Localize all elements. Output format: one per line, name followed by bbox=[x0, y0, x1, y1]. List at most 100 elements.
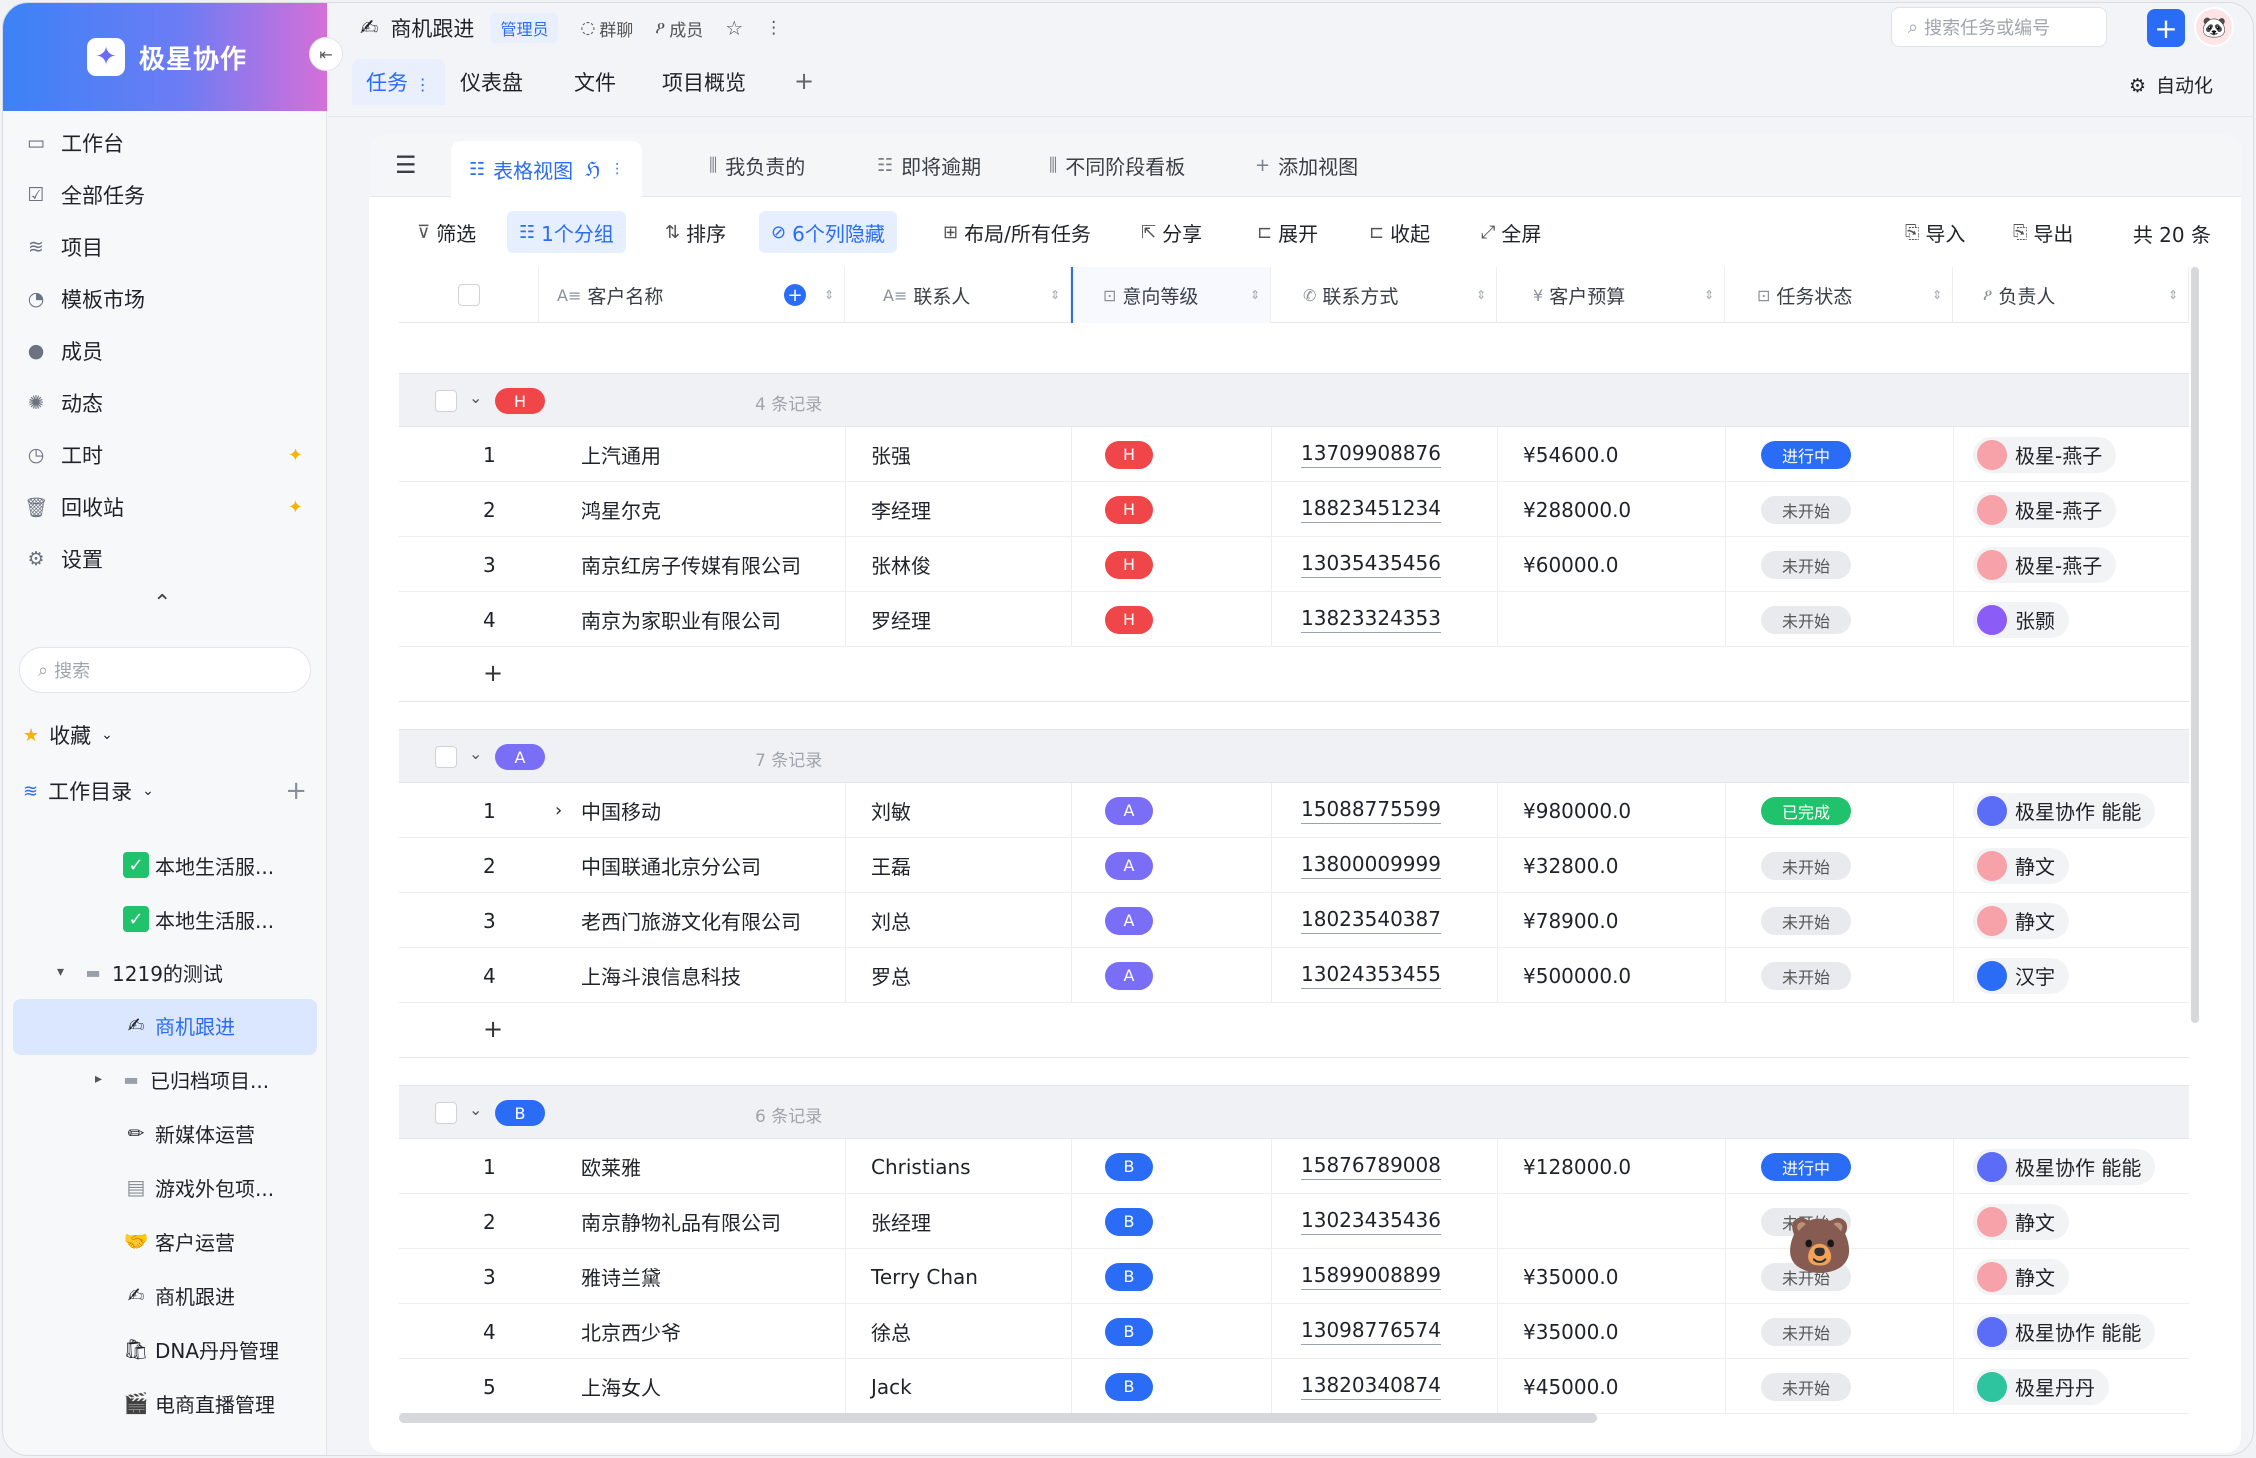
group-checkbox[interactable] bbox=[435, 390, 457, 412]
tree-item-2[interactable]: ▾ ▬ 1219的测试 bbox=[57, 946, 223, 998]
status-cell[interactable]: 已完成 bbox=[1761, 783, 1851, 838]
assistant-mascot-icon[interactable]: 🐻 bbox=[1775, 1203, 1865, 1289]
owner-cell[interactable]: 静文 bbox=[1973, 838, 2069, 893]
level-cell[interactable]: B bbox=[1105, 1139, 1153, 1194]
sort-icon[interactable]: ⇕ bbox=[1050, 288, 1060, 302]
customer-name[interactable]: 南京红房子传媒有限公司 bbox=[581, 537, 801, 592]
table-row[interactable]: 1 上汽通用 张强 H 13709908876 ¥54600.0 进行中 极星-燕子 bbox=[399, 427, 2189, 482]
contact-name[interactable]: 王磊 bbox=[871, 838, 911, 893]
sort-icon[interactable]: ⇕ bbox=[1250, 288, 1260, 302]
customer-name[interactable]: 老西门旅游文化有限公司 bbox=[581, 893, 801, 948]
pin-star-icon[interactable]: ✦ bbox=[288, 445, 303, 466]
view-tab-stages[interactable]: ⫼ 不同阶段看板 bbox=[1049, 151, 1185, 180]
fullscreen-button[interactable]: ⤢ 全屏 bbox=[1469, 211, 1553, 253]
budget-value[interactable]: ¥980000.0 bbox=[1523, 783, 1631, 838]
view-tab-table[interactable]: ☷ 表格视图 ℌ ⋮ bbox=[451, 141, 643, 197]
view-tab-mine[interactable]: ⫼ 我负责的 bbox=[709, 151, 805, 180]
col-owner[interactable]: ዖ 负责人 ⇕ bbox=[1953, 267, 2189, 323]
level-cell[interactable]: A bbox=[1105, 893, 1153, 948]
table-row[interactable]: 3 南京红房子传媒有限公司 张林俊 H 13035435456 ¥60000.0 未开始 极星… bbox=[399, 537, 2189, 592]
budget-value[interactable]: ¥500000.0 bbox=[1523, 948, 1631, 1003]
contact-name[interactable]: 刘总 bbox=[871, 893, 911, 948]
phone-cell[interactable]: 18023540387 bbox=[1301, 893, 1441, 948]
group-checkbox[interactable] bbox=[435, 746, 457, 768]
tree-item-9[interactable]: 🛍 DNA丹丹管理 bbox=[123, 1323, 279, 1375]
level-cell[interactable]: H bbox=[1105, 482, 1153, 537]
sidebar-item-7[interactable]: 🗑 回收站 ✦ bbox=[13, 481, 317, 533]
customer-name[interactable]: 上海斗浪信息科技 bbox=[581, 948, 741, 1003]
budget-value[interactable]: ¥78900.0 bbox=[1523, 893, 1618, 948]
group-button[interactable]: ☷ 1个分组 bbox=[507, 211, 626, 253]
workdir-section[interactable]: ≋ 工作目录 ⌄ + bbox=[23, 771, 313, 811]
budget-value[interactable]: ¥35000.0 bbox=[1523, 1249, 1618, 1304]
contact-name[interactable]: 罗经理 bbox=[871, 592, 931, 647]
contact-name[interactable]: 李经理 bbox=[871, 482, 931, 537]
view-menu-icon[interactable]: ☰ bbox=[395, 151, 417, 179]
select-all-checkbox[interactable] bbox=[457, 284, 480, 306]
tree-item-4[interactable]: ▸ ▬ 已归档项目... bbox=[95, 1053, 269, 1105]
sidebar-item-1[interactable]: ☑ 全部任务 bbox=[13, 169, 317, 221]
user-avatar[interactable]: 🐼 bbox=[2194, 7, 2234, 47]
status-cell[interactable]: 未开始 bbox=[1761, 1304, 1851, 1359]
table-row[interactable]: 5 上海女人 Jack B 13820340874 ¥45000.0 未开始 极星丹丹 bbox=[399, 1359, 2189, 1414]
table-row[interactable]: 2 南京静物礼品有限公司 张经理 B 13023435436 未开始 静文 bbox=[399, 1194, 2189, 1249]
col-customer[interactable]: A≡ 客户名称 + ⇕ bbox=[539, 267, 845, 323]
col-budget[interactable]: ¥ 客户预算 ⇕ bbox=[1497, 267, 1725, 323]
add-row-button[interactable]: + bbox=[399, 647, 2189, 702]
sidebar-item-5[interactable]: ✺ 动态 bbox=[13, 377, 317, 429]
tab-overview[interactable]: 项目概览 bbox=[662, 67, 746, 97]
sort-icon[interactable]: ⇕ bbox=[1476, 288, 1486, 302]
customer-name[interactable]: 中国移动 bbox=[581, 783, 661, 838]
budget-value[interactable]: ¥45000.0 bbox=[1523, 1359, 1618, 1414]
phone-cell[interactable]: 13098776574 bbox=[1301, 1304, 1441, 1359]
phone-cell[interactable]: 15899008899 bbox=[1301, 1249, 1441, 1304]
phone-cell[interactable]: 13709908876 bbox=[1301, 427, 1441, 482]
table-row[interactable]: 4 南京为家职业有限公司 罗经理 H 13823324353 未开始 张颢 bbox=[399, 592, 2189, 647]
phone-cell[interactable]: 13800009999 bbox=[1301, 838, 1441, 893]
table-row[interactable]: 1 › 中国移动 刘敏 A 15088775599 ¥980000.0 已完成 极星协作 能能 bbox=[399, 783, 2189, 838]
level-cell[interactable]: H bbox=[1105, 537, 1153, 592]
sidebar-item-8[interactable]: ⚙ 设置 bbox=[13, 533, 317, 585]
phone-cell[interactable]: 13024353455 bbox=[1301, 948, 1441, 1003]
add-tab-button[interactable]: + bbox=[794, 67, 814, 95]
contact-name[interactable]: 罗总 bbox=[871, 948, 911, 1003]
pin-star-icon[interactable]: ✦ bbox=[288, 497, 303, 518]
budget-value[interactable]: ¥288000.0 bbox=[1523, 482, 1631, 537]
table-row[interactable]: 2 中国联通北京分公司 王磊 A 13800009999 ¥32800.0 未开始 静文 bbox=[399, 838, 2189, 893]
table-row[interactable]: 4 北京西少爷 徐总 B 13098776574 ¥35000.0 未开始 极星协作 能能 bbox=[399, 1304, 2189, 1359]
contact-name[interactable]: 张经理 bbox=[871, 1194, 931, 1249]
sidebar-item-0[interactable]: ▭ 工作台 bbox=[13, 117, 317, 169]
sort-button[interactable]: ⇅ 排序 bbox=[653, 211, 738, 253]
sidebar-item-2[interactable]: ≋ 项目 bbox=[13, 221, 317, 273]
chevron-down-icon[interactable]: ⌄ bbox=[469, 744, 482, 763]
owner-cell[interactable]: 极星丹丹 bbox=[1973, 1359, 2109, 1414]
chevron-up-icon[interactable]: ⌃ bbox=[153, 591, 171, 616]
status-cell[interactable]: 未开始 bbox=[1761, 893, 1851, 948]
group-checkbox[interactable] bbox=[435, 1102, 457, 1124]
chevron-down-icon[interactable]: ⌄ bbox=[469, 388, 482, 407]
tab-dashboard[interactable]: 仪表盘 bbox=[460, 67, 523, 97]
group-header[interactable]: ⌄ B 6 条记录 bbox=[399, 1085, 2189, 1139]
group-header[interactable]: ⌄ H 4 条记录 bbox=[399, 373, 2189, 427]
level-cell[interactable]: B bbox=[1105, 1194, 1153, 1249]
sidebar-search-input[interactable]: ⌕ 搜索 bbox=[19, 647, 311, 693]
owner-cell[interactable]: 极星协作 能能 bbox=[1973, 1304, 2156, 1359]
level-cell[interactable]: H bbox=[1105, 592, 1153, 647]
level-cell[interactable]: A bbox=[1105, 948, 1153, 1003]
owner-cell[interactable]: 静文 bbox=[1973, 1194, 2069, 1249]
group-header[interactable]: ⌄ A 7 条记录 bbox=[399, 729, 2189, 783]
add-column-icon[interactable]: + bbox=[784, 284, 806, 306]
status-cell[interactable]: 未开始 bbox=[1761, 948, 1851, 1003]
collapse-button[interactable]: ⊏ 收起 bbox=[1357, 211, 1442, 253]
status-cell[interactable]: 未开始 bbox=[1761, 537, 1851, 592]
owner-cell[interactable]: 极星-燕子 bbox=[1973, 537, 2117, 592]
status-cell[interactable]: 进行中 bbox=[1761, 1139, 1851, 1194]
budget-value[interactable]: ¥35000.0 bbox=[1523, 1304, 1618, 1359]
sort-icon[interactable]: ⇕ bbox=[824, 288, 834, 302]
caret-icon[interactable]: ▸ bbox=[95, 1071, 102, 1087]
phone-cell[interactable]: 18823451234 bbox=[1301, 482, 1441, 537]
export-button[interactable]: ⎘ 导出 bbox=[2001, 211, 2085, 253]
phone-cell[interactable]: 15876789008 bbox=[1301, 1139, 1441, 1194]
budget-value[interactable]: ¥32800.0 bbox=[1523, 838, 1618, 893]
table-row[interactable]: 4 上海斗浪信息科技 罗总 A 13024353455 ¥500000.0 未开始 汉宇 bbox=[399, 948, 2189, 1003]
